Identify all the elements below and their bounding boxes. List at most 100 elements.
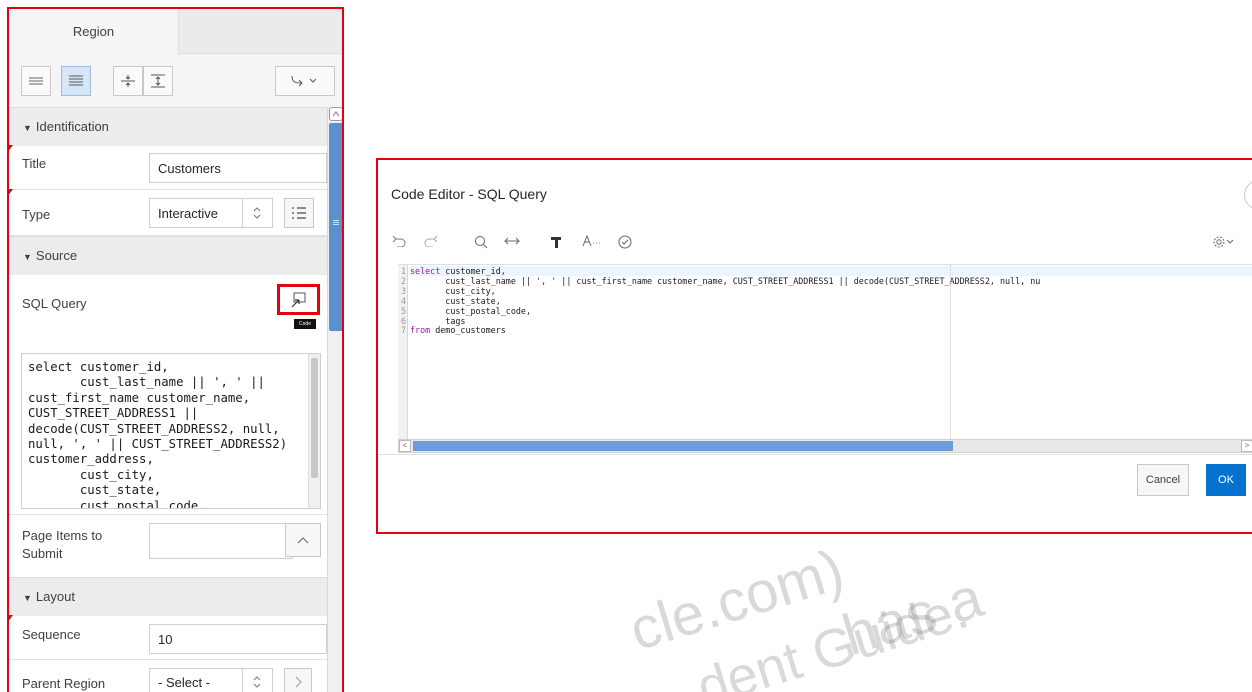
sequence-row: Sequence 10: [9, 615, 327, 660]
line-numbers: 1 2 3 4 5 6 7: [400, 266, 406, 336]
sql-query-textarea[interactable]: select customer_id, cust_last_name || ',…: [21, 353, 321, 509]
editor-settings-button[interactable]: [1212, 235, 1234, 249]
updown-chevron-icon: [253, 676, 261, 688]
tab-region[interactable]: Region: [9, 9, 179, 55]
watermark-line4: dent Guide.: [690, 579, 975, 692]
required-marker: [9, 615, 13, 623]
code-token: cust_state,: [410, 295, 501, 306]
text-size-icon: [582, 235, 600, 247]
code-text: select customer_id, cust_last_name || ',…: [410, 265, 1040, 336]
parent-region-nav-button[interactable]: [284, 668, 312, 692]
parent-region-select[interactable]: - Select -: [149, 668, 273, 692]
parent-region-value: - Select -: [158, 674, 211, 690]
show-common-button[interactable]: [21, 66, 51, 96]
collapse-triangle-icon: ▼: [23, 123, 32, 133]
collapse-triangle-icon: ▼: [23, 252, 32, 262]
panel-tabs: Region: [9, 9, 342, 55]
sequence-field[interactable]: 10: [149, 624, 327, 654]
page-items-field[interactable]: [149, 523, 293, 559]
editor-toolbar: [378, 222, 1252, 266]
editor-scroll-thumb[interactable]: [413, 441, 953, 451]
section-identification-label: Identification: [35, 119, 109, 134]
code-token: demo_customers: [430, 325, 506, 336]
code-line: cust_state,: [410, 295, 501, 306]
code-editor-dialog: Code Editor - SQL Query 1 2 3 4 5 6 7 se…: [376, 158, 1252, 534]
code-token: cust_last_name ||: [410, 275, 537, 286]
title-field[interactable]: Customers: [149, 153, 327, 183]
code-token: customer_id,: [440, 266, 506, 276]
collapse-triangle-icon: ▼: [23, 593, 32, 603]
search-icon: [475, 236, 488, 249]
check-circle-icon: [618, 235, 632, 249]
section-source[interactable]: ▼ Source: [9, 236, 327, 276]
lines-few-icon: [29, 77, 43, 85]
scroll-right-button[interactable]: >: [1241, 440, 1252, 452]
redo-button[interactable]: [424, 235, 438, 247]
swap-horizontal-icon: [504, 237, 520, 245]
section-source-label: Source: [35, 248, 78, 263]
sql-query-text: select customer_id, cust_last_name || ',…: [28, 360, 288, 509]
expand-all-button[interactable]: [143, 66, 173, 96]
code-string: ', ': [536, 275, 557, 286]
code-token: cust_postal_code,: [410, 305, 532, 316]
chevron-right-icon: [295, 676, 302, 688]
required-marker: [9, 145, 13, 153]
code-keyword: select: [410, 266, 441, 276]
code-line: cust_last_name || ', ' || cust_first_nam…: [410, 276, 1040, 286]
replace-button[interactable]: [504, 235, 520, 247]
format-button[interactable]: [550, 235, 562, 249]
code-editor-area[interactable]: 1 2 3 4 5 6 7 select customer_id, cust_l…: [398, 264, 1252, 454]
title-label: Title: [22, 156, 47, 171]
undo-icon: [392, 235, 406, 247]
code-lines[interactable]: select customer_id, cust_last_name || ',…: [410, 265, 1040, 439]
code-line: tags: [410, 316, 465, 326]
chevron-up-icon: [297, 537, 309, 544]
scroll-left-button[interactable]: <: [399, 440, 411, 452]
watermark-line2: has a: [835, 564, 990, 669]
code-token: tags: [410, 315, 466, 326]
type-select-value: Interactive: [158, 205, 218, 221]
collapse-icon: [121, 75, 135, 87]
scroll-up-button[interactable]: [329, 107, 342, 121]
go-to-group-button[interactable]: [275, 66, 335, 96]
sql-query-label: SQL Query: [22, 296, 87, 311]
collapse-all-button[interactable]: [113, 66, 143, 96]
panel-scroll-thumb[interactable]: [329, 123, 342, 331]
section-layout[interactable]: ▼ Layout: [9, 577, 327, 617]
gear-icon: [1213, 236, 1234, 248]
code-token: cust_city,: [410, 285, 496, 296]
code-line: cust_city,: [410, 285, 496, 296]
panel-scrollbar[interactable]: [327, 107, 342, 692]
title-row: Title Customers: [9, 145, 327, 190]
undo-button[interactable]: [392, 235, 406, 247]
find-button[interactable]: [474, 235, 488, 249]
parent-region-row: Parent Region - Select -: [9, 660, 327, 692]
open-code-editor-button[interactable]: [277, 284, 320, 315]
code-line: select customer_id,: [410, 266, 506, 276]
type-list-button[interactable]: [284, 198, 314, 228]
section-identification[interactable]: ▼ Identification: [9, 107, 327, 147]
page-items-row: Page Items to Submit: [9, 515, 327, 579]
sql-textarea-scroll-thumb[interactable]: [311, 358, 318, 478]
dialog-title: Code Editor - SQL Query: [391, 186, 547, 202]
cancel-button[interactable]: Cancel: [1137, 464, 1189, 496]
sequence-label: Sequence: [22, 627, 81, 642]
parent-region-label: Parent Region: [22, 676, 106, 691]
property-editor-panel: Region ▼ Identification Title Customers T…: [7, 7, 344, 692]
ok-button[interactable]: OK: [1206, 464, 1246, 496]
code-keyword: from: [410, 325, 431, 336]
code-tooltip: Code: [294, 319, 316, 329]
code-line: cust_postal_code,: [410, 306, 531, 316]
watermark-line3: cle.com): [622, 536, 851, 664]
dialog-footer: [378, 454, 1252, 532]
code-editor-icon: [291, 292, 305, 307]
show-all-button[interactable]: [61, 66, 91, 96]
page-items-expand-button[interactable]: [285, 523, 321, 557]
type-select[interactable]: Interactive: [149, 198, 273, 228]
editor-horizontal-scrollbar[interactable]: < >: [398, 439, 1252, 453]
autocomplete-button[interactable]: [582, 235, 600, 247]
code-token: || cust_first_name customer_name, CUST_S…: [556, 275, 1041, 286]
validate-button[interactable]: [618, 235, 632, 249]
sql-textarea-scrollbar[interactable]: [308, 354, 320, 508]
dialog-close-button[interactable]: [1244, 180, 1252, 210]
